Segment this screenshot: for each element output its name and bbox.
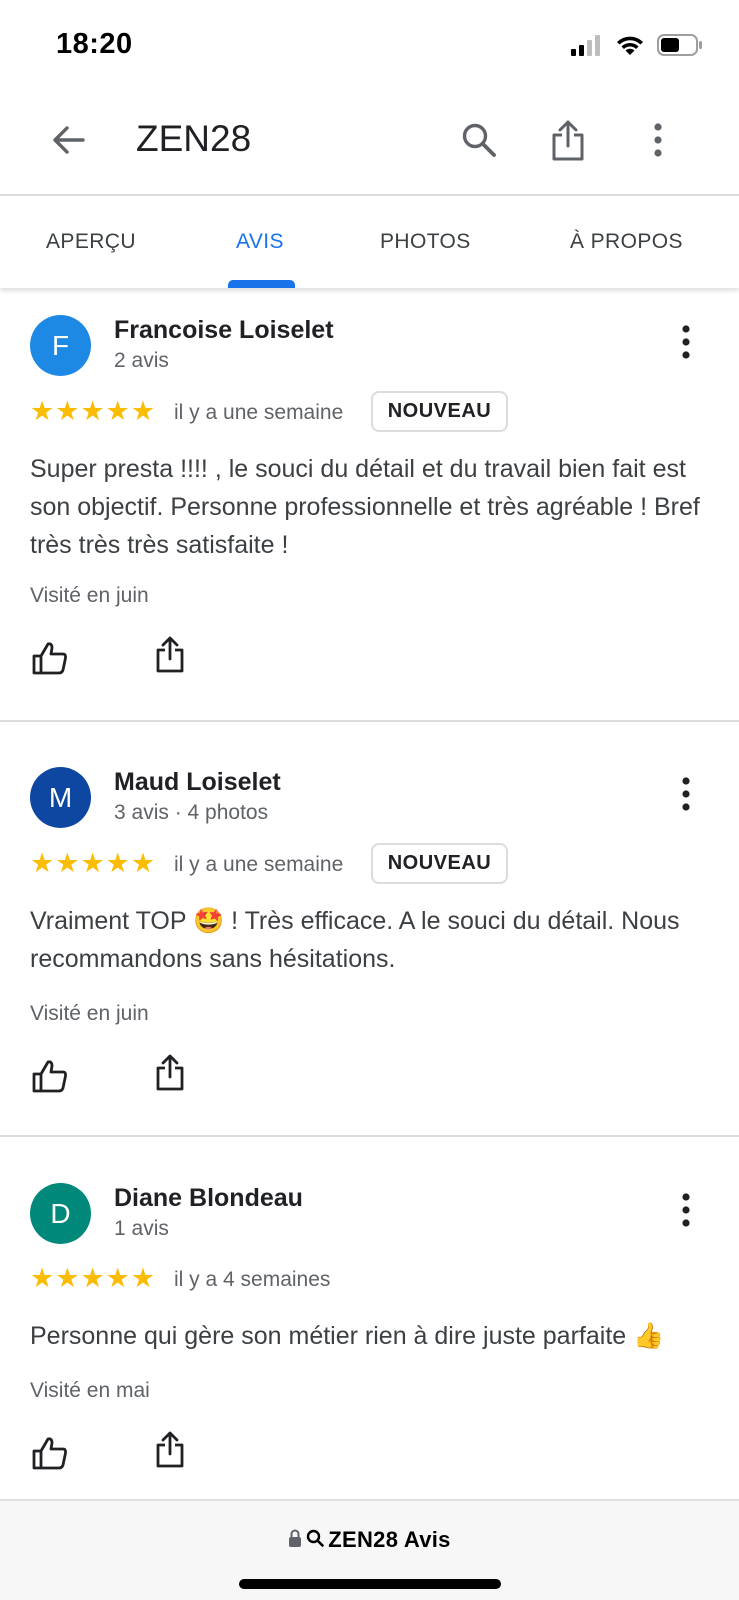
star-icon: ★ <box>130 848 156 878</box>
search-icon <box>461 122 497 163</box>
star-icon: ★ <box>80 396 105 426</box>
review-text: Personne qui gère son métier rien à dire… <box>30 1317 710 1355</box>
star-icon: ★ <box>130 1263 156 1293</box>
home-indicator[interactable] <box>239 1579 501 1589</box>
star-icon: ★ <box>105 1263 130 1293</box>
share-icon <box>551 119 585 166</box>
page-title: ZEN28 <box>136 118 252 159</box>
avatar[interactable]: D <box>30 1183 91 1244</box>
like-button[interactable] <box>28 1056 72 1100</box>
more-vert-icon <box>681 324 691 364</box>
star-icon: ★ <box>30 396 55 426</box>
active-tab-indicator <box>228 280 295 288</box>
avatar-initial: M <box>48 781 73 813</box>
share-button[interactable] <box>544 118 592 166</box>
star-icon: ★ <box>55 396 80 426</box>
new-badge: NOUVEAU <box>371 391 508 432</box>
visit-date: Visité en juin <box>30 584 149 607</box>
review-date: il y a 4 semaines <box>174 1268 331 1291</box>
review-more-button[interactable] <box>664 322 708 366</box>
more-vert-icon <box>681 776 691 816</box>
like-button[interactable] <box>28 1433 72 1477</box>
visit-date: Visité en mai <box>30 1379 150 1402</box>
thumb-up-icon <box>32 1436 68 1475</box>
reviewer-name[interactable]: Francoise Loiselet <box>114 316 334 345</box>
share-icon <box>155 635 185 678</box>
review-card: D Diane Blondeau 1 avis ★ ★ ★ ★ ★ il y a 4 s… <box>0 1137 739 1501</box>
visit-date: Visité en juin <box>30 1002 149 1025</box>
search-button[interactable] <box>455 118 503 166</box>
search-icon <box>306 1529 325 1552</box>
battery-icon <box>657 34 703 61</box>
star-icon: ★ <box>80 848 105 878</box>
share-review-button[interactable] <box>148 634 192 678</box>
review-card: M Maud Loiselet 3 avis · 4 photos ★ ★ ★ ★ ★ … <box>0 722 739 1137</box>
back-button[interactable] <box>46 120 90 164</box>
more-vert-icon <box>681 1192 691 1232</box>
star-icon: ★ <box>55 848 80 878</box>
reviewer-name[interactable]: Maud Loiselet <box>114 768 281 797</box>
review-more-button[interactable] <box>664 774 708 818</box>
star-icon: ★ <box>55 1263 80 1293</box>
review-text: Vraiment TOP 🤩 ! Très efficace. A le sou… <box>30 902 710 978</box>
avatar[interactable]: F <box>30 315 91 376</box>
thumb-up-icon <box>32 641 68 680</box>
thumbs-up-emoji-icon: 👍 <box>633 1321 665 1350</box>
star-icon: ★ <box>105 396 130 426</box>
review-text: Super presta !!!! , le souci du détail e… <box>30 455 700 559</box>
star-struck-emoji-icon: 🤩 <box>193 906 225 935</box>
tab-avis[interactable]: AVIS <box>236 230 284 254</box>
thumb-up-icon <box>32 1059 68 1098</box>
share-review-button[interactable] <box>148 1429 192 1473</box>
reviewer-name[interactable]: Diane Blondeau <box>114 1184 303 1213</box>
more-options-button[interactable] <box>634 118 682 166</box>
tab-photos[interactable]: PHOTOS <box>380 230 471 254</box>
tab-bar: APERÇU AVIS PHOTOS À PROPOS <box>0 196 739 288</box>
share-icon <box>155 1430 185 1473</box>
star-rating: ★ ★ ★ ★ ★ <box>30 398 155 425</box>
share-review-button[interactable] <box>148 1052 192 1096</box>
browser-bottom-bar: ZEN28 Avis <box>0 1500 739 1600</box>
star-rating: ★ ★ ★ ★ ★ <box>30 1265 155 1292</box>
star-icon: ★ <box>30 848 55 878</box>
status-bar: 18:20 <box>0 0 739 92</box>
lock-icon <box>288 1529 302 1552</box>
signal-icon <box>571 34 603 61</box>
star-icon: ★ <box>30 1263 55 1293</box>
like-button[interactable] <box>28 638 72 682</box>
status-time: 18:20 <box>56 28 133 60</box>
reviewer-meta: 3 avis · 4 photos <box>114 801 269 824</box>
tab-a-propos[interactable]: À PROPOS <box>570 230 683 254</box>
address-bar[interactable]: ZEN28 Avis <box>0 1527 739 1553</box>
star-icon: ★ <box>130 396 156 426</box>
avatar-initial: D <box>50 1197 71 1229</box>
star-icon: ★ <box>105 848 130 878</box>
review-text-part: Personne qui gère son métier rien à dire… <box>30 1322 634 1350</box>
review-text-part: Vraiment TOP <box>30 907 194 935</box>
wifi-icon <box>615 34 645 61</box>
review-more-button[interactable] <box>664 1190 708 1234</box>
review-card: F Francoise Loiselet 2 avis ★ ★ ★ ★ ★ il y a… <box>0 288 739 722</box>
share-icon <box>155 1053 185 1096</box>
arrow-back-icon <box>51 125 85 160</box>
tab-apercu[interactable]: APERÇU <box>46 230 136 254</box>
more-vert-icon <box>653 122 663 162</box>
star-icon: ★ <box>80 1263 105 1293</box>
avatar-initial: F <box>51 329 70 361</box>
star-rating: ★ ★ ★ ★ ★ <box>30 850 155 877</box>
reviewer-meta: 1 avis <box>114 1217 169 1240</box>
status-icons <box>571 34 703 61</box>
new-badge: NOUVEAU <box>371 843 508 884</box>
review-date: il y a une semaine <box>174 853 344 876</box>
avatar[interactable]: M <box>30 767 91 828</box>
reviewer-meta: 2 avis <box>114 349 169 372</box>
app-header: ZEN28 <box>0 92 739 196</box>
review-date: il y a une semaine <box>174 401 344 424</box>
address-text: ZEN28 Avis <box>328 1527 451 1552</box>
